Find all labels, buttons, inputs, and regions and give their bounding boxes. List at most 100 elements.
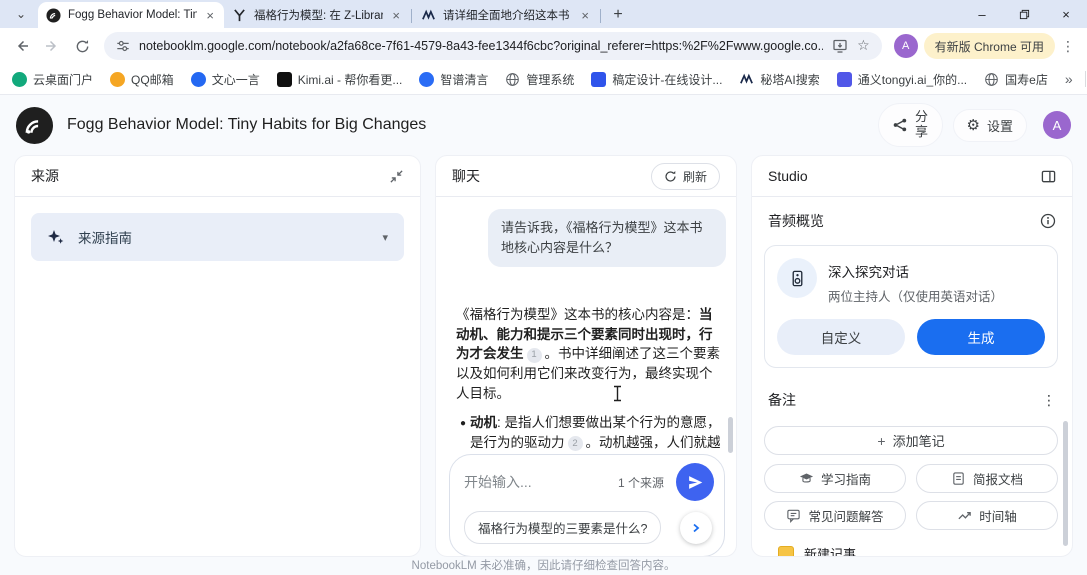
bookmark-favicon-icon (419, 72, 434, 87)
faq-button[interactable]: 常见问题解答 (764, 501, 906, 530)
bookmark-item[interactable]: 通义tongyi.ai_你的... (837, 71, 967, 88)
bookmark-label: QQ邮箱 (131, 71, 174, 88)
citation-chip[interactable]: 2 (568, 436, 583, 451)
bookmark-item[interactable]: Kimi.ai - 帮你看更... (277, 71, 403, 88)
customize-button[interactable]: 自定义 (777, 319, 905, 355)
bookmark-favicon-icon (191, 72, 206, 87)
bookmark-favicon-icon (110, 72, 125, 87)
source-guide-label: 来源指南 (78, 227, 132, 247)
study-guide-button[interactable]: 学习指南 (764, 464, 906, 493)
notebooklm-header: Fogg Behavior Model: Tiny Habits for Big… (0, 95, 1087, 155)
bookmark-item[interactable]: 管理系统 (505, 71, 574, 88)
tab-search-icon[interactable]: ⌄ (8, 2, 34, 26)
graduation-cap-icon (799, 471, 814, 486)
browser-tab-zlibrary[interactable]: 福格行为模型: 在 Z-Library 上 × (224, 2, 410, 28)
tab-close-icon[interactable]: × (390, 8, 402, 23)
disclaimer-text: NotebookLM 未必准确，因此请仔细检查回答内容。 (0, 557, 1087, 573)
suggested-question-chip[interactable]: 福格行为模型的三要素是什么? (464, 511, 661, 544)
back-button[interactable] (8, 32, 36, 60)
chrome-profile-avatar[interactable]: A (894, 34, 918, 58)
chat-scrollbar[interactable] (728, 417, 733, 453)
add-note-button[interactable]: + 添加笔记 (764, 426, 1058, 455)
chevron-down-icon[interactable]: ▾ (382, 231, 388, 244)
note-action-label: 时间轴 (979, 506, 1017, 525)
studio-panel: Studio 音频概览 深入探究对话 两位主持人（仅使用英语对话） (751, 155, 1073, 557)
assistant-text: 《福格行为模型》这本书的核心内容是： (456, 307, 699, 322)
generate-button[interactable]: 生成 (917, 319, 1045, 355)
bookmarks-overflow-icon[interactable]: » (1065, 71, 1073, 87)
account-avatar[interactable]: A (1043, 111, 1071, 139)
bookmark-favicon-icon (837, 72, 852, 87)
assistant-text-bold: 动机 (470, 415, 497, 430)
bookmark-label: 文心一言 (212, 71, 260, 88)
source-count-label: 1 个来源 (618, 474, 676, 491)
bookmark-item[interactable]: 稿定设计-在线设计... (591, 71, 722, 88)
back-icon (14, 38, 30, 54)
browser-tab-metaso[interactable]: 请详细全面地介绍这本书《福格 × (413, 2, 599, 28)
tab-separator (600, 9, 601, 23)
next-suggestion-button[interactable] (680, 512, 712, 544)
bookmark-item[interactable]: 云桌面门户 (12, 71, 93, 88)
deep-dive-title: 深入探究对话 (828, 258, 1003, 281)
notebooklm-favicon-icon (46, 8, 61, 23)
bookmark-item[interactable]: 秘塔AI搜索 (739, 71, 819, 88)
share-icon (892, 117, 908, 133)
reload-icon (75, 39, 90, 54)
chat-messages: 请告诉我，《福格行为模型》这本书地核心内容是什么？ 《福格行为模型》这本书的核心… (436, 209, 736, 557)
url-text[interactable]: notebooklm.google.com/notebook/a2fa68ce-… (139, 39, 823, 53)
new-note-label: 新建记事 (804, 544, 856, 557)
url-bar[interactable]: notebooklm.google.com/notebook/a2fa68ce-… (104, 32, 882, 60)
panel-layout-icon[interactable] (1041, 169, 1056, 184)
gear-icon: ⚙ (967, 116, 980, 134)
bookmark-item[interactable]: 智谱清言 (419, 71, 488, 88)
timeline-button[interactable]: 时间轴 (916, 501, 1058, 530)
collapse-panel-icon[interactable] (389, 169, 404, 184)
tab-close-icon[interactable]: × (579, 8, 591, 23)
briefing-doc-button[interactable]: 简报文档 (916, 464, 1058, 493)
bookmark-item[interactable]: 文心一言 (191, 71, 260, 88)
minimize-button[interactable]: – (961, 0, 1003, 28)
deep-dive-subtitle: 两位主持人（仅使用英语对话） (828, 286, 1003, 305)
bookmark-label: 通义tongyi.ai_你的... (858, 71, 967, 88)
audio-overview-label: 音频概览 (768, 211, 824, 231)
settings-label: 设置 (987, 116, 1013, 135)
window-controls: – × (961, 0, 1087, 28)
user-message: 请告诉我，《福格行为模型》这本书地核心内容是什么？ (488, 209, 726, 267)
reload-button[interactable] (68, 32, 96, 60)
chrome-menu-icon[interactable]: ⋮ (1057, 32, 1079, 60)
plus-icon: + (877, 433, 885, 449)
notebook-title[interactable]: Fogg Behavior Model: Tiny Habits for Big… (67, 116, 426, 134)
bookmark-label: 稿定设计-在线设计... (612, 71, 722, 88)
citation-chip[interactable]: 1 (527, 348, 542, 363)
forward-button[interactable] (38, 32, 66, 60)
refresh-label: 刷新 (683, 168, 707, 185)
send-to-device-icon[interactable] (832, 38, 848, 54)
browser-tab-notebooklm[interactable]: Fogg Behavior Model: Tiny H × (38, 2, 224, 28)
notes-menu-icon[interactable]: ⋮ (1042, 392, 1056, 409)
document-icon (951, 471, 966, 486)
chat-input[interactable]: 开始输入... (464, 472, 532, 492)
bookmark-star-icon[interactable]: ☆ (857, 38, 870, 54)
share-button[interactable]: 分享 (878, 103, 943, 147)
new-tab-button[interactable]: + (606, 3, 630, 27)
tab-separator (411, 9, 412, 23)
close-window-button[interactable]: × (1045, 0, 1087, 28)
chrome-update-button[interactable]: 有新版 Chrome 可用 (924, 33, 1055, 59)
chat-input-card: 开始输入... 1 个来源 福格行为模型的三要素是什么? (449, 454, 725, 557)
info-icon[interactable] (1040, 213, 1056, 229)
new-note-item[interactable]: 新建记事 (778, 544, 1072, 557)
refresh-chat-button[interactable]: 刷新 (651, 163, 720, 190)
bookmark-favicon-icon (591, 72, 606, 87)
tab-close-icon[interactable]: × (204, 8, 216, 23)
send-button[interactable] (676, 463, 714, 501)
bookmark-item[interactable]: QQ邮箱 (110, 71, 174, 88)
note-action-label: 简报文档 (973, 469, 1023, 488)
trend-line-icon (957, 508, 972, 523)
source-guide-card[interactable]: 来源指南 ▾ (31, 213, 404, 261)
studio-scrollbar[interactable] (1063, 421, 1068, 546)
sparkle-icon (47, 228, 65, 246)
restore-button[interactable] (1003, 0, 1045, 28)
speaker-icon (777, 258, 817, 298)
settings-button[interactable]: ⚙ 设置 (953, 109, 1027, 142)
bookmark-item[interactable]: 国寿e店 (984, 71, 1048, 88)
